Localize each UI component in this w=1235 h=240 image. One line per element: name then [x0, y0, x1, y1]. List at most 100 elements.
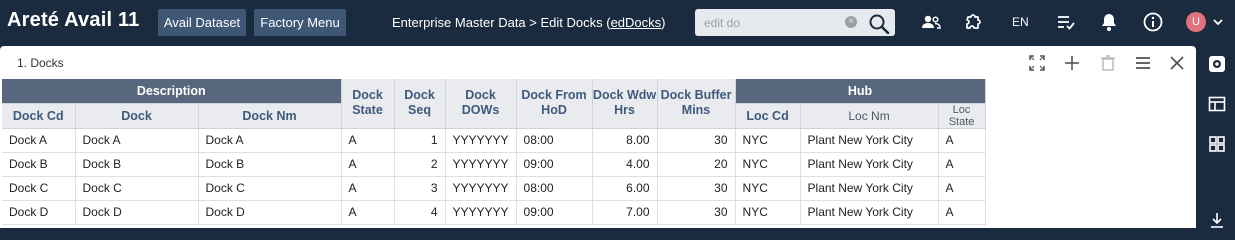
- col-header-dock-buffer-mins[interactable]: Dock Buffer Mins: [657, 79, 736, 129]
- cell-dock-wdw-hrs[interactable]: 6.00: [592, 176, 658, 201]
- expand-icon[interactable]: [1027, 53, 1047, 73]
- panel-title: 1. Docks: [17, 56, 64, 70]
- settings-icon[interactable]: [1207, 54, 1227, 74]
- docks-panel: 1. Docks Description Dock State Dock Seq…: [0, 46, 1196, 228]
- avail-dataset-button[interactable]: Avail Dataset: [158, 9, 246, 36]
- layout-icon[interactable]: [1207, 94, 1227, 114]
- cell-dock[interactable]: Dock B: [75, 152, 199, 177]
- cell-dock[interactable]: Dock A: [75, 128, 199, 153]
- puzzle-icon[interactable]: [962, 10, 986, 34]
- bell-icon[interactable]: [1097, 10, 1121, 34]
- cell-dock-nm[interactable]: Dock A: [198, 128, 342, 153]
- cell-loc-state[interactable]: A: [938, 176, 986, 201]
- cell-dock-wdw-hrs[interactable]: 7.00: [592, 200, 658, 225]
- table-row[interactable]: Dock A Dock A Dock A A 1 YYYYYYY 08:00 8.00 30 NY…: [2, 128, 986, 153]
- col-header-loc-cd[interactable]: Loc Cd: [735, 103, 801, 129]
- cell-dock-cd[interactable]: Dock B: [2, 152, 76, 177]
- breadcrumb: Enterprise Master Data > Edit Docks (edD…: [392, 15, 665, 30]
- group-header-description: Description: [2, 79, 342, 104]
- right-sidebar: [1198, 46, 1235, 228]
- clear-search-icon[interactable]: ×: [845, 16, 857, 28]
- cell-dock-dows[interactable]: YYYYYYY: [445, 200, 517, 225]
- cell-loc-nm[interactable]: Plant New York City: [800, 200, 939, 225]
- col-header-dock-cd[interactable]: Dock Cd: [2, 103, 76, 129]
- cell-loc-nm[interactable]: Plant New York City: [800, 152, 939, 177]
- cell-dock-nm[interactable]: Dock C: [198, 176, 342, 201]
- cell-loc-state[interactable]: A: [938, 200, 986, 225]
- col-header-loc-state[interactable]: Loc State: [938, 103, 986, 129]
- close-icon[interactable]: [1167, 53, 1187, 73]
- cell-loc-state[interactable]: A: [938, 152, 986, 177]
- cell-dock-dows[interactable]: YYYYYYY: [445, 176, 517, 201]
- cell-dock-wdw-hrs[interactable]: 8.00: [592, 128, 658, 153]
- cell-dock-seq[interactable]: 2: [394, 152, 446, 177]
- cell-loc-nm[interactable]: Plant New York City: [800, 128, 939, 153]
- breadcrumb-suffix: ): [661, 15, 666, 30]
- cell-loc-cd[interactable]: NYC: [735, 128, 801, 153]
- cell-dock-seq[interactable]: 3: [394, 176, 446, 201]
- cell-dock-from-hod[interactable]: 09:00: [516, 200, 593, 225]
- col-header-dock-state[interactable]: Dock State: [341, 79, 395, 129]
- docks-grid: Description Dock State Dock Seq Dock DOW…: [2, 79, 986, 225]
- cell-dock-dows[interactable]: YYYYYYY: [445, 152, 517, 177]
- cell-dock-dows[interactable]: YYYYYYY: [445, 128, 517, 153]
- breadcrumb-link[interactable]: edDocks: [611, 15, 662, 30]
- cell-dock-cd[interactable]: Dock A: [2, 128, 76, 153]
- trash-icon[interactable]: [1098, 53, 1118, 73]
- search-icon[interactable]: [867, 12, 891, 34]
- chevron-down-icon[interactable]: [1212, 16, 1224, 28]
- cell-dock-seq[interactable]: 4: [394, 200, 446, 225]
- cell-dock-state[interactable]: A: [341, 176, 395, 201]
- cell-dock-state[interactable]: A: [341, 128, 395, 153]
- add-icon[interactable]: [1062, 53, 1082, 73]
- col-header-dock-nm[interactable]: Dock Nm: [198, 103, 342, 129]
- cell-dock-cd[interactable]: Dock D: [2, 200, 76, 225]
- cell-dock-from-hod[interactable]: 08:00: [516, 176, 593, 201]
- breadcrumb-prefix: Enterprise Master Data > Edit Docks (: [392, 15, 611, 30]
- cell-loc-cd[interactable]: NYC: [735, 152, 801, 177]
- group-header-hub: Hub: [735, 79, 986, 104]
- cell-loc-cd[interactable]: NYC: [735, 200, 801, 225]
- avatar[interactable]: U: [1186, 12, 1206, 32]
- cell-dock-nm[interactable]: Dock D: [198, 200, 342, 225]
- cell-dock-buffer-mins[interactable]: 20: [657, 152, 736, 177]
- cell-dock-state[interactable]: A: [341, 200, 395, 225]
- cell-dock-cd[interactable]: Dock C: [2, 176, 76, 201]
- grid-body: Dock A Dock A Dock A A 1 YYYYYYY 08:00 8.00 30 NY…: [2, 128, 986, 225]
- table-row[interactable]: Dock D Dock D Dock D A 4 YYYYYYY 09:00 7.00 30 NY…: [2, 200, 986, 225]
- cell-dock-state[interactable]: A: [341, 152, 395, 177]
- users-icon[interactable]: [919, 10, 943, 34]
- app-title: Areté Avail 11: [7, 9, 140, 31]
- cell-dock-buffer-mins[interactable]: 30: [657, 128, 736, 153]
- cell-dock-from-hod[interactable]: 08:00: [516, 128, 593, 153]
- cell-dock[interactable]: Dock C: [75, 176, 199, 201]
- cell-dock-wdw-hrs[interactable]: 4.00: [592, 152, 658, 177]
- menu-icon[interactable]: [1133, 53, 1153, 73]
- col-header-dock-seq[interactable]: Dock Seq: [394, 79, 446, 129]
- cell-dock[interactable]: Dock D: [75, 200, 199, 225]
- col-header-dock-from-hod[interactable]: Dock From HoD: [516, 79, 593, 129]
- grid-icon[interactable]: [1207, 134, 1227, 154]
- top-bar: Areté Avail 11 Avail Dataset Factory Men…: [0, 0, 1235, 46]
- cell-dock-buffer-mins[interactable]: 30: [657, 176, 736, 201]
- cell-dock-seq[interactable]: 1: [394, 128, 446, 153]
- table-row[interactable]: Dock B Dock B Dock B A 2 YYYYYYY 09:00 4.00 20 NY…: [2, 152, 986, 177]
- factory-menu-button[interactable]: Factory Menu: [254, 9, 346, 36]
- search-placeholder: edit do: [704, 16, 741, 30]
- cell-dock-nm[interactable]: Dock B: [198, 152, 342, 177]
- language-selector[interactable]: EN: [1012, 15, 1029, 29]
- table-row[interactable]: Dock C Dock C Dock C A 3 YYYYYYY 08:00 6.00 30 NY…: [2, 176, 986, 201]
- download-icon[interactable]: [1207, 210, 1227, 230]
- col-header-dock-dows[interactable]: Dock DOWs: [445, 79, 517, 129]
- cell-loc-cd[interactable]: NYC: [735, 176, 801, 201]
- col-header-loc-nm[interactable]: Loc Nm: [800, 103, 939, 129]
- cell-dock-from-hod[interactable]: 09:00: [516, 152, 593, 177]
- info-icon[interactable]: [1141, 10, 1165, 34]
- checklist-icon[interactable]: [1054, 10, 1078, 34]
- col-header-dock-wdw-hrs[interactable]: Dock Wdw Hrs: [592, 79, 658, 129]
- cell-loc-nm[interactable]: Plant New York City: [800, 176, 939, 201]
- search-input[interactable]: edit do ×: [695, 9, 895, 36]
- cell-loc-state[interactable]: A: [938, 128, 986, 153]
- col-header-dock[interactable]: Dock: [75, 103, 199, 129]
- cell-dock-buffer-mins[interactable]: 30: [657, 200, 736, 225]
